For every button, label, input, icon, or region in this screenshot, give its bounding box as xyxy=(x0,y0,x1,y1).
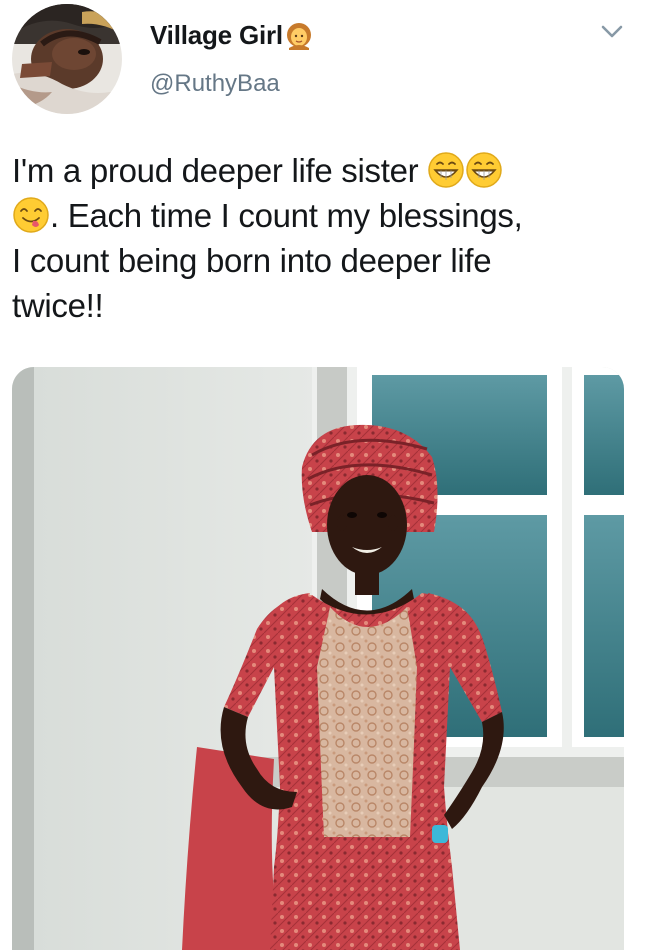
avatar-photo xyxy=(12,4,122,114)
grinning-face-icon xyxy=(428,152,464,188)
tweet-line-4: twice!! xyxy=(12,287,104,324)
grinning-face-icon xyxy=(466,152,502,188)
tweet-line-2: . Each time I count my blessings, xyxy=(12,193,632,238)
display-name-row[interactable]: Village Girl xyxy=(150,20,313,51)
tweet-line-1: I'm a proud deeper life sister xyxy=(12,148,632,193)
tweet-card: Village Girl @RuthyBaa I'm a proud deepe… xyxy=(0,0,651,950)
woman-emoji-icon xyxy=(286,22,311,50)
chevron-down-icon[interactable] xyxy=(598,22,626,42)
user-handle[interactable]: @RuthyBaa xyxy=(150,70,280,98)
photo-illustration xyxy=(12,367,624,950)
tweet-line-text: . Each time I count my blessings, xyxy=(50,197,523,234)
avatar[interactable] xyxy=(12,4,122,114)
tweet-text: I'm a proud deeper life sister . Each ti… xyxy=(12,148,632,328)
tweet-photo[interactable] xyxy=(12,367,624,950)
tweet-line-text: I'm a proud deeper life sister xyxy=(12,152,419,189)
face-savoring-food-icon xyxy=(13,197,49,233)
display-name[interactable]: Village Girl xyxy=(150,20,283,51)
tweet-line-3: I count being born into deeper life xyxy=(12,242,492,279)
